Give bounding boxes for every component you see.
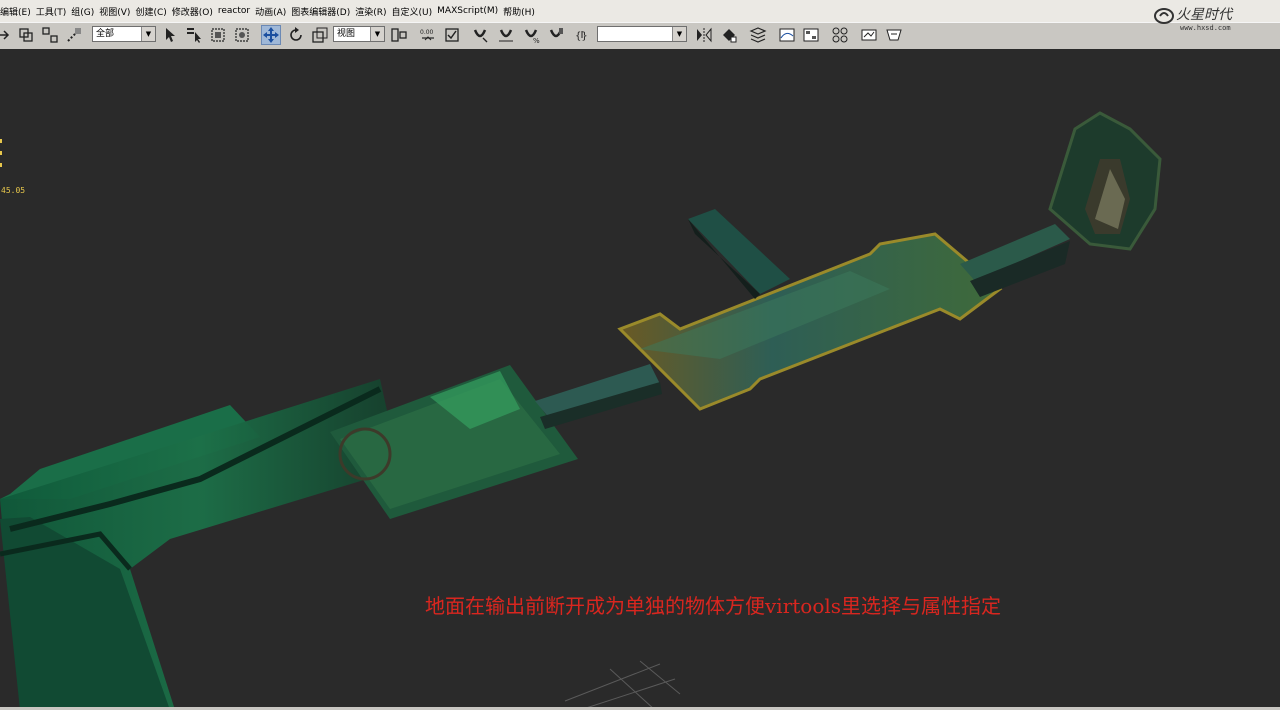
menu-tools[interactable]: 工具(T) bbox=[36, 5, 72, 18]
spinner-snap-toggle-icon[interactable] bbox=[546, 25, 566, 45]
select-by-name-icon[interactable] bbox=[184, 25, 204, 45]
main-hall-floor bbox=[617, 232, 1003, 411]
spinner-snap-value: 0.00 bbox=[420, 29, 434, 36]
upper-corridor-branch bbox=[688, 209, 790, 299]
spinner-snap-icon[interactable]: 0.00 bbox=[418, 25, 438, 45]
menu-customize[interactable]: 自定义(U) bbox=[392, 5, 438, 18]
menu-animation[interactable]: 动画(A) bbox=[255, 5, 291, 18]
select-and-move-icon[interactable] bbox=[261, 25, 281, 45]
narrow-corridor bbox=[535, 364, 662, 429]
perspective-viewport[interactable]: 45.05 地面在输出前断开成为单独的物体方便virtools里选择与属性指定 bbox=[0, 49, 1280, 710]
gate-arch bbox=[1048, 111, 1162, 251]
chevron-down-icon: ▼ bbox=[370, 27, 384, 41]
corridor-to-gate bbox=[960, 224, 1070, 297]
pivot-point-center-icon[interactable] bbox=[389, 25, 409, 45]
select-object-icon[interactable] bbox=[160, 25, 180, 45]
menu-graph-editors[interactable]: 图表编辑器(D) bbox=[291, 5, 355, 18]
select-and-rotate-icon[interactable] bbox=[286, 25, 306, 45]
align-icon[interactable] bbox=[719, 25, 739, 45]
menu-modifiers[interactable]: 修改器(O) bbox=[172, 5, 218, 18]
schematic-view-icon[interactable] bbox=[801, 25, 821, 45]
link-icon[interactable] bbox=[0, 25, 14, 45]
unlink-icon[interactable] bbox=[40, 25, 60, 45]
mirror-icon[interactable] bbox=[694, 25, 714, 45]
select-and-scale-icon[interactable] bbox=[310, 25, 330, 45]
menu-views[interactable]: 视图(V) bbox=[99, 5, 135, 18]
svg-text:www.hxsd.com: www.hxsd.com bbox=[1180, 24, 1231, 32]
material-editor-icon[interactable] bbox=[830, 25, 850, 45]
menu-group[interactable]: 组(G) bbox=[71, 5, 99, 18]
chevron-down-icon: ▼ bbox=[672, 27, 686, 41]
rectangular-selection-icon[interactable] bbox=[208, 25, 228, 45]
named-selection-sets-icon[interactable]: {} bbox=[572, 25, 592, 45]
render-setup-icon[interactable] bbox=[859, 25, 879, 45]
angle-snap-icon[interactable] bbox=[496, 25, 516, 45]
menu-bar: 编辑(E) 工具(T) 组(G) 视图(V) 创建(C) 修改器(O) reac… bbox=[0, 0, 1280, 22]
viewport-grid bbox=[564, 660, 681, 710]
reference-coordinate-dropdown[interactable]: 视图 ▼ bbox=[333, 26, 385, 42]
menu-maxscript[interactable]: MAXScript(M) bbox=[437, 6, 503, 16]
snaps-toggle-icon[interactable] bbox=[470, 25, 490, 45]
main-toolbar: 全部 ▼ 视图 ▼ 0.00 % {} ▼ bbox=[0, 22, 1280, 50]
selection-filter-value: 全部 bbox=[96, 29, 115, 39]
menu-create[interactable]: 创建(C) bbox=[135, 5, 171, 18]
chevron-down-icon: ▼ bbox=[141, 27, 155, 41]
menu-edit[interactable]: 编辑(E) bbox=[0, 5, 36, 18]
svg-text:{}: {} bbox=[575, 31, 588, 42]
selection-filter-dropdown[interactable]: 全部 ▼ bbox=[92, 26, 156, 42]
axis-tick-marks bbox=[0, 139, 3, 175]
menu-reactor[interactable]: reactor bbox=[218, 6, 255, 16]
annotation-caption: 地面在输出前断开成为单独的物体方便virtools里选择与属性指定 bbox=[425, 594, 1002, 618]
menu-rendering[interactable]: 渲染(R) bbox=[355, 5, 391, 18]
svg-text:火星时代: 火星时代 bbox=[1176, 7, 1234, 23]
select-and-link-icon[interactable] bbox=[16, 25, 36, 45]
menu-help[interactable]: 帮助(H) bbox=[503, 5, 540, 18]
hxsd-logo: 火星时代 www.hxsd.com bbox=[1154, 7, 1234, 32]
coordinate-readout: 45.05 bbox=[1, 186, 26, 195]
bind-space-warp-icon[interactable] bbox=[64, 25, 84, 45]
reference-coordinate-value: 视图 bbox=[337, 29, 356, 39]
edit-named-selection-icon[interactable] bbox=[442, 25, 462, 45]
quick-render-icon[interactable] bbox=[884, 25, 904, 45]
layer-manager-icon[interactable] bbox=[748, 25, 768, 45]
percent-snap-icon[interactable]: % bbox=[521, 25, 541, 45]
svg-text:%: % bbox=[533, 37, 540, 44]
named-selection-dropdown[interactable]: ▼ bbox=[597, 26, 687, 42]
window-crossing-icon[interactable] bbox=[232, 25, 252, 45]
curve-editor-icon[interactable] bbox=[777, 25, 797, 45]
